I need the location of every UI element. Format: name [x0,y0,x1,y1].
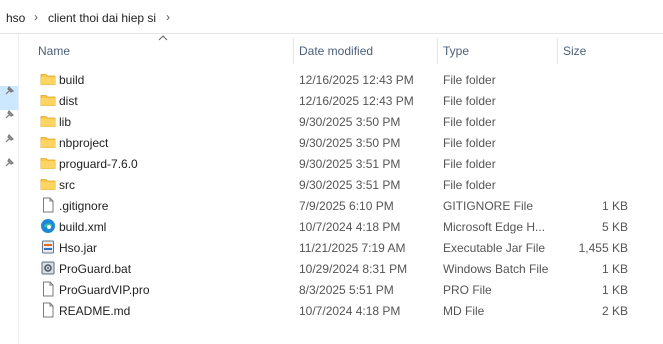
file-date-modified: 9/30/2025 3:50 PM [299,115,401,129]
file-type: File folder [443,157,496,171]
breadcrumb-item-current-folder[interactable]: client thoi dai hiep si [48,11,156,25]
list-item[interactable]: src 9/30/2025 3:51 PM File folder [36,174,636,195]
column-header-size[interactable]: Size [563,44,586,58]
file-date-modified: 9/30/2025 3:50 PM [299,136,401,150]
list-item[interactable]: dist 12/16/2025 12:43 PM File folder [36,90,636,111]
file-date-modified: 10/29/2024 8:31 PM [299,262,408,276]
file-type: MD File [443,304,485,318]
file-name: build.xml [59,220,107,234]
file-name: lib [59,115,72,129]
file-size: 1,455 KB [578,241,628,255]
chevron-right-icon[interactable]: › [166,10,170,24]
batch-file-icon [40,260,56,276]
file-size: 1 KB [601,262,628,276]
list-item[interactable]: build.xml 10/7/2024 4:18 PM Microsoft Edge… [36,216,636,237]
file-date-modified: 10/7/2024 4:18 PM [299,304,401,318]
file-type: File folder [443,115,496,129]
file-date-modified: 9/30/2025 3:51 PM [299,157,401,171]
folder-icon [40,113,56,129]
file-size: 1 KB [601,199,628,213]
pin-icon[interactable] [4,110,14,120]
file-name: ProGuardVIP.pro [59,283,150,297]
list-item[interactable]: README.md 10/7/2024 4:18 PM MD File 2 KB [36,300,636,321]
folder-icon [40,134,56,150]
list-item[interactable]: lib 9/30/2025 3:50 PM File folder [36,111,636,132]
folder-icon [40,92,56,108]
column-divider[interactable] [557,38,558,64]
file-date-modified: 12/16/2025 12:43 PM [299,94,414,108]
column-divider[interactable] [293,38,294,64]
navigation-pane [0,34,19,344]
file-type: Microsoft Edge H... [443,220,546,234]
list-item[interactable]: .gitignore 7/9/2025 6:10 PM GITIGNORE File… [36,195,636,216]
breadcrumb-item-hso[interactable]: hso [6,11,25,25]
file-icon [40,302,56,318]
file-name: src [59,178,75,192]
file-type: Executable Jar File [443,241,546,255]
pin-icon[interactable] [4,134,14,144]
folder-icon [40,155,56,171]
file-name: dist [59,94,78,108]
file-icon [40,281,56,297]
chevron-right-icon[interactable]: › [34,10,38,24]
address-bar[interactable]: hso › client thoi dai hiep si › [0,0,663,34]
list-item[interactable]: ProGuard.bat 10/29/2024 8:31 PM Windows Ba… [36,258,636,279]
file-size: 1 KB [601,283,628,297]
file-date-modified: 7/9/2025 6:10 PM [299,199,394,213]
file-date-modified: 12/16/2025 12:43 PM [299,73,414,87]
file-icon [40,197,56,213]
folder-icon [40,71,56,87]
list-item[interactable]: proguard-7.6.0 9/30/2025 3:51 PM File fold… [36,153,636,174]
file-name: build [59,73,85,87]
file-type: File folder [443,73,496,87]
file-date-modified: 11/21/2025 7:19 AM [299,241,406,255]
file-name: Hso.jar [59,241,98,255]
file-name: ProGuard.bat [59,262,132,276]
edge-icon [40,218,56,234]
file-date-modified: 10/7/2024 4:18 PM [299,220,401,234]
column-header-type[interactable]: Type [443,44,469,58]
file-type: File folder [443,178,496,192]
file-type: File folder [443,136,496,150]
file-name: nbproject [59,136,109,150]
list-item[interactable]: Hso.jar 11/21/2025 7:19 AM Executable Jar … [36,237,636,258]
file-name: .gitignore [59,199,109,213]
file-date-modified: 8/3/2025 5:51 PM [299,283,394,297]
file-name: proguard-7.6.0 [59,157,138,171]
column-divider[interactable] [437,38,438,64]
list-item[interactable]: build 12/16/2025 12:43 PM File folder [36,69,636,90]
chevron-up-icon [158,35,168,41]
file-name: README.md [59,304,131,318]
file-size: 5 KB [601,220,628,234]
pin-icon[interactable] [4,86,14,96]
jar-file-icon [40,239,56,255]
pin-icon[interactable] [4,158,14,168]
folder-icon [40,176,56,192]
list-item[interactable]: nbproject 9/30/2025 3:50 PM File folder [36,132,636,153]
file-type: PRO File [443,283,492,297]
column-header-date-modified[interactable]: Date modified [299,44,373,58]
file-type: File folder [443,94,496,108]
file-size: 2 KB [601,304,628,318]
list-item[interactable]: ProGuardVIP.pro 8/3/2025 5:51 PM PRO File 1… [36,279,636,300]
file-type: GITIGNORE File [443,199,534,213]
file-type: Windows Batch File [443,262,549,276]
file-date-modified: 9/30/2025 3:51 PM [299,178,401,192]
column-header-name[interactable]: Name [38,44,70,58]
